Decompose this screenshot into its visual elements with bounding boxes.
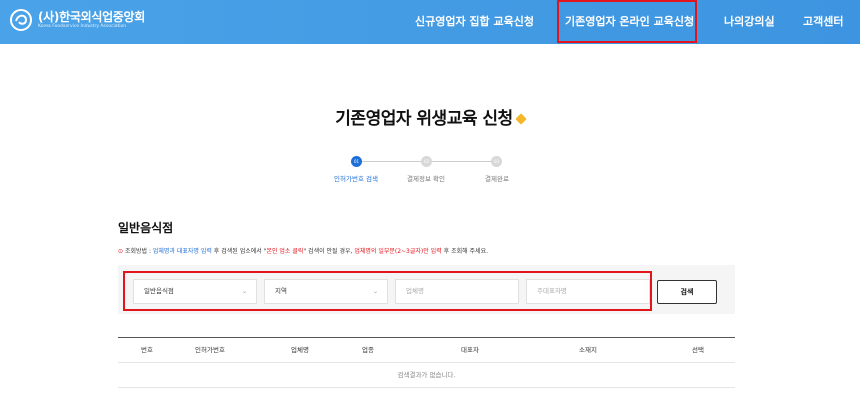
warning-icon: ⊙: [118, 248, 124, 255]
progress-steps: 01 02 03 인허가번호 검색 결제정보 확인 결제완료: [0, 156, 860, 196]
step-connector: [362, 161, 422, 162]
col-header-business-name: 업체명: [291, 346, 309, 354]
page-title: 기존영업자 위생교육 신청: [0, 104, 860, 129]
page-title-text: 기존영업자 위생교육 신청: [335, 109, 513, 129]
section-title: 일반음식점: [118, 221, 174, 235]
logo-title: (사)한국외식업중앙회: [38, 10, 146, 24]
title-deco-icon: [515, 113, 527, 125]
guide-highlight-red: 업체명의 일부분(2~3글자)만 입력: [354, 248, 442, 255]
nav-customer-center[interactable]: 고객센터: [803, 0, 843, 44]
logo-icon: [10, 9, 32, 31]
col-header-address: 소재지: [579, 346, 597, 354]
step-3-dot: 03: [491, 156, 502, 167]
guide-text: " 검색이 안될 경우,: [303, 248, 355, 255]
nav-my-classroom[interactable]: 나의강의실: [724, 0, 775, 44]
step-2-label: 결제정보 확인: [407, 175, 445, 183]
search-button[interactable]: 검색: [657, 280, 717, 304]
step-1-label: 인허가번호 검색: [334, 175, 378, 183]
step-3-label: 결제완료: [485, 175, 509, 183]
nav-new-business-training[interactable]: 신규영업자 집합 교육신청: [415, 0, 534, 44]
nav-highlight-box: [557, 0, 697, 43]
col-header-business-type: 업종: [362, 346, 374, 354]
guide-text: 후 검색된 업소에서 ": [211, 248, 267, 255]
step-1-dot: 01: [351, 156, 362, 167]
logo-subtitle: Korea Foodservice Industry Association: [38, 24, 127, 29]
search-highlight-box: [123, 271, 652, 311]
empty-result-row: 검색결과가 없습니다.: [118, 363, 735, 388]
col-header-license-number: 인허가번호: [195, 346, 225, 354]
table-header: 번호 인허가번호 업체명 업종 대표자 소재지 선택: [118, 337, 735, 363]
guide-highlight-red: 본인 업소 클릭: [266, 248, 304, 255]
step-connector: [432, 161, 492, 162]
logo[interactable]: (사)한국외식업중앙회 Korea Foodservice Industry A…: [10, 9, 145, 31]
search-guide: ⊙ 조회방법 : 업체명과 대표자명 입력 후 검색된 업소에서 "본인 업소 …: [118, 246, 488, 255]
top-header: (사)한국외식업중앙회 Korea Foodservice Industry A…: [0, 0, 860, 44]
step-2-dot: 02: [421, 156, 432, 167]
guide-prefix: 조회방법 :: [124, 248, 153, 255]
col-header-owner: 대표자: [461, 346, 479, 354]
guide-suffix: 후 조회해 주세요.: [441, 248, 489, 255]
guide-highlight-blue: 업체명과 대표자명 입력: [152, 248, 212, 255]
col-header-select: 선택: [692, 346, 704, 354]
col-header-number: 번호: [141, 346, 153, 354]
